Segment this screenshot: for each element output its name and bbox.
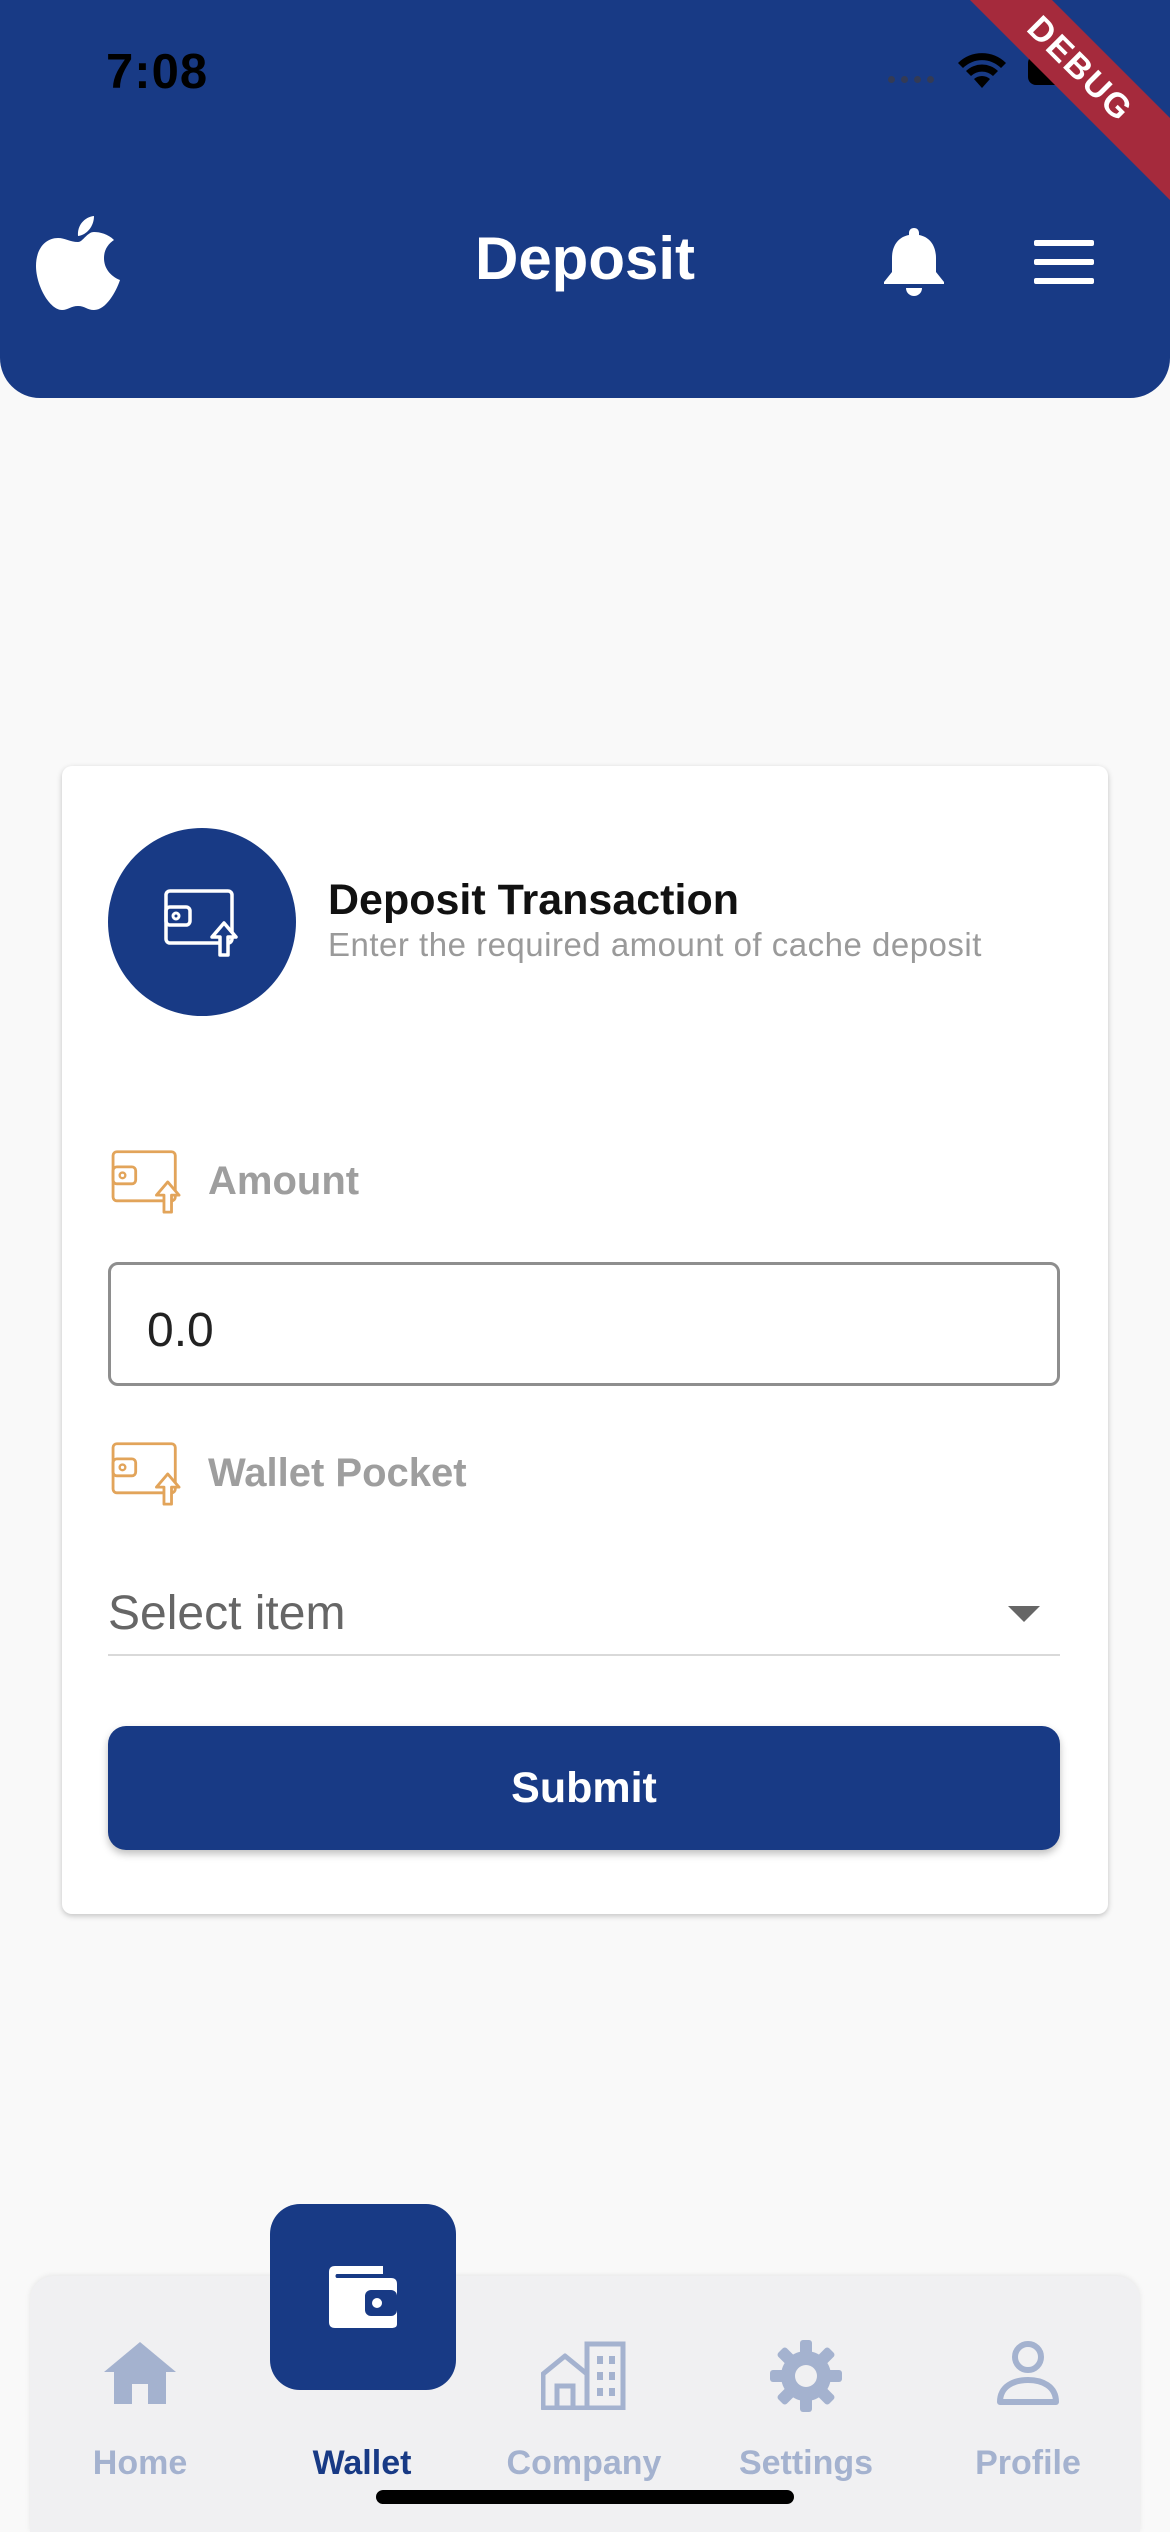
amount-label: Amount: [208, 1158, 360, 1203]
deposit-icon-badge: [108, 828, 296, 1016]
wallet-fab-button[interactable]: [270, 2204, 456, 2390]
menu-icon[interactable]: [1034, 240, 1094, 284]
submit-button[interactable]: Submit: [108, 1726, 1060, 1850]
nav-label: Company: [506, 2444, 662, 2482]
user-icon: [997, 2341, 1059, 2405]
nav-label: Profile: [975, 2444, 1081, 2482]
home-icon: [104, 2342, 176, 2404]
wallet-pocket-label-row: Wallet Pocket: [108, 1440, 467, 1506]
nav-item-home[interactable]: Home: [30, 2276, 250, 2532]
signal-icon: [888, 75, 934, 83]
card-subtitle: Enter the required amount of cache depos…: [328, 926, 982, 963]
app-header: 7:08 DEBUG Deposit: [0, 0, 1170, 398]
wallet-pocket-select[interactable]: Select item: [108, 1576, 1060, 1656]
nav-label: Wallet: [312, 2444, 412, 2482]
wallet-pocket-label: Wallet Pocket: [208, 1450, 467, 1495]
debug-banner: DEBUG: [932, 0, 1170, 217]
card-title: Deposit Transaction: [328, 876, 739, 924]
nav-label: Settings: [738, 2444, 874, 2482]
select-placeholder: Select item: [108, 1587, 346, 1640]
wallet-deposit-icon: [111, 1150, 181, 1214]
amount-label-row: Amount: [108, 1148, 359, 1214]
company-icon: [541, 2341, 626, 2410]
nav-label: Home: [92, 2444, 188, 2482]
page-title: Deposit: [474, 225, 696, 292]
status-time: 7:08: [106, 45, 209, 99]
nav-item-profile[interactable]: Profile: [918, 2276, 1138, 2532]
chevron-down-icon: [1008, 1606, 1040, 1622]
gear-icon: [770, 2340, 842, 2412]
wifi-icon: [958, 53, 1006, 88]
home-indicator: [376, 2490, 794, 2504]
bell-icon[interactable]: [882, 226, 946, 296]
wallet-deposit-icon: [164, 889, 238, 957]
wallet-icon: [329, 2266, 397, 2328]
wallet-deposit-icon: [111, 1442, 181, 1506]
amount-input[interactable]: [108, 1262, 1060, 1386]
deposit-card: Deposit Transaction Enter the required a…: [62, 766, 1108, 1914]
